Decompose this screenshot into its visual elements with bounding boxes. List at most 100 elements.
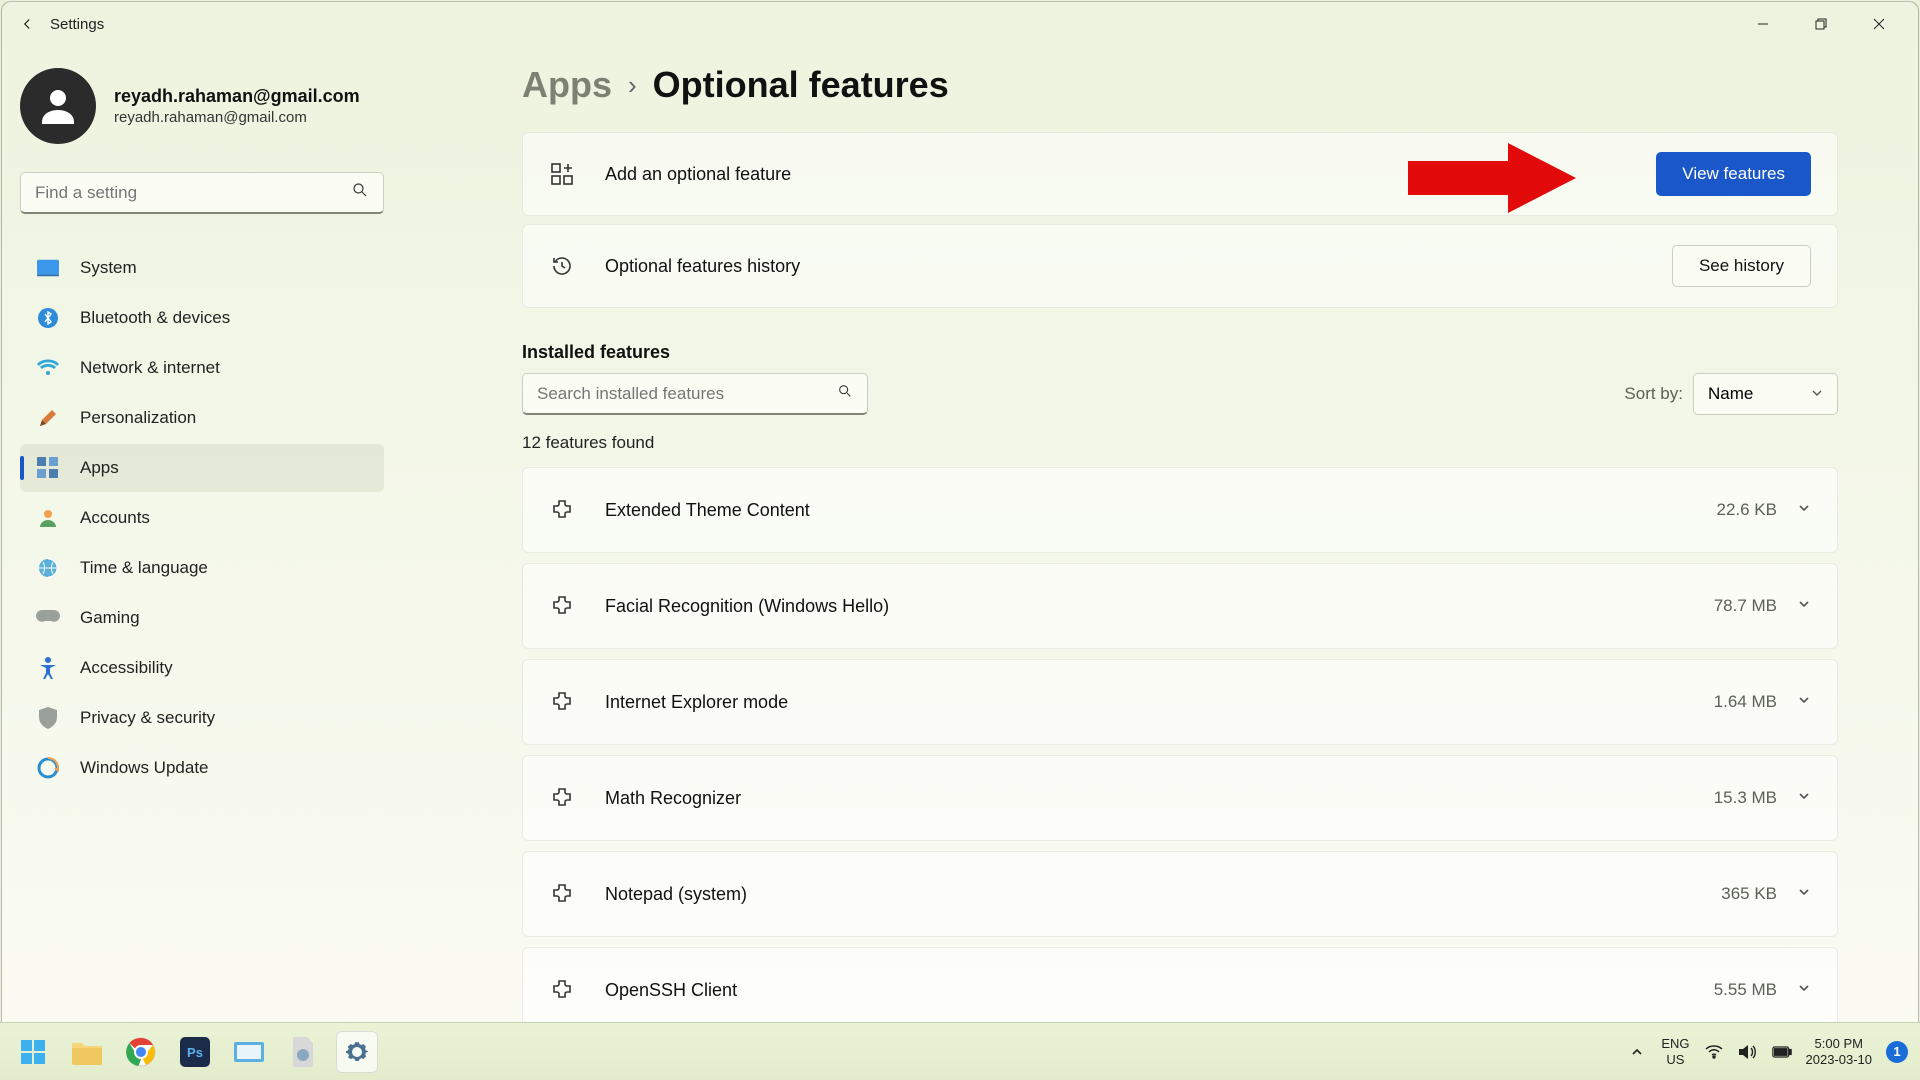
feature-size: 78.7 MB bbox=[1714, 596, 1777, 616]
filter-row: Sort by: Name bbox=[522, 373, 1838, 415]
volume-tray-icon[interactable] bbox=[1738, 1042, 1758, 1062]
language-indicator[interactable]: ENG US bbox=[1661, 1036, 1689, 1067]
main-content: Apps › Optional features Add an optional… bbox=[402, 46, 1918, 1079]
app-icon-2[interactable] bbox=[282, 1031, 324, 1073]
system-icon bbox=[36, 256, 60, 280]
battery-tray-icon[interactable] bbox=[1772, 1042, 1792, 1062]
maximize-button[interactable] bbox=[1792, 5, 1850, 43]
sort-select[interactable]: Name bbox=[1693, 373, 1838, 415]
system-tray: ENG US 5:00 PM 2023-03-10 1 bbox=[1627, 1036, 1908, 1067]
feature-row[interactable]: Internet Explorer mode 1.64 MB bbox=[522, 659, 1838, 745]
feature-size: 15.3 MB bbox=[1714, 788, 1777, 808]
search-icon bbox=[351, 181, 369, 204]
add-feature-label: Add an optional feature bbox=[605, 164, 791, 185]
puzzle-icon bbox=[549, 785, 575, 811]
nav-network[interactable]: Network & internet bbox=[20, 344, 384, 392]
breadcrumb: Apps › Optional features bbox=[522, 64, 1838, 106]
app-icon-1[interactable] bbox=[228, 1031, 270, 1073]
bluetooth-icon bbox=[36, 306, 60, 330]
feature-name: Facial Recognition (Windows Hello) bbox=[605, 596, 889, 617]
puzzle-icon bbox=[549, 593, 575, 619]
settings-search[interactable] bbox=[20, 172, 384, 214]
feature-row[interactable]: Extended Theme Content 22.6 KB bbox=[522, 467, 1838, 553]
file-explorer-icon[interactable] bbox=[66, 1031, 108, 1073]
nav-label: System bbox=[80, 258, 137, 278]
wifi-tray-icon[interactable] bbox=[1704, 1042, 1724, 1062]
chevron-down-icon bbox=[1797, 693, 1811, 712]
nav-system[interactable]: System bbox=[20, 244, 384, 292]
chrome-icon[interactable] bbox=[120, 1031, 162, 1073]
wifi-icon bbox=[36, 356, 60, 380]
nav-personalization[interactable]: Personalization bbox=[20, 394, 384, 442]
brush-icon bbox=[36, 406, 60, 430]
features-search-input[interactable] bbox=[537, 384, 837, 404]
nav-apps[interactable]: Apps bbox=[20, 444, 384, 492]
puzzle-icon bbox=[549, 497, 575, 523]
nav-label: Time & language bbox=[80, 558, 208, 578]
nav-accounts[interactable]: Accounts bbox=[20, 494, 384, 542]
close-button[interactable] bbox=[1850, 5, 1908, 43]
titlebar: Settings bbox=[2, 2, 1918, 46]
sidebar: reyadh.rahaman@gmail.com reyadh.rahaman@… bbox=[2, 46, 402, 1079]
history-card: Optional features history See history bbox=[522, 224, 1838, 308]
accessibility-icon bbox=[36, 656, 60, 680]
start-button[interactable] bbox=[12, 1031, 54, 1073]
svg-text:Ps: Ps bbox=[187, 1045, 203, 1060]
back-button[interactable] bbox=[12, 9, 42, 39]
nav-bluetooth[interactable]: Bluetooth & devices bbox=[20, 294, 384, 342]
nav-label: Accounts bbox=[80, 508, 150, 528]
feature-size: 5.55 MB bbox=[1714, 980, 1777, 1000]
nav-windows-update[interactable]: Windows Update bbox=[20, 744, 384, 792]
nav-label: Bluetooth & devices bbox=[80, 308, 230, 328]
chevron-right-icon: › bbox=[628, 70, 637, 101]
chevron-down-icon bbox=[1797, 789, 1811, 808]
avatar bbox=[20, 68, 96, 144]
puzzle-icon bbox=[549, 689, 575, 715]
photoshop-icon[interactable]: Ps bbox=[174, 1031, 216, 1073]
puzzle-icon bbox=[549, 881, 575, 907]
breadcrumb-parent[interactable]: Apps bbox=[522, 64, 612, 106]
history-label: Optional features history bbox=[605, 256, 800, 277]
feature-name: Math Recognizer bbox=[605, 788, 741, 809]
feature-row[interactable]: Math Recognizer 15.3 MB bbox=[522, 755, 1838, 841]
history-icon bbox=[549, 253, 575, 279]
nav-list: System Bluetooth & devices Network & int… bbox=[20, 244, 384, 792]
feature-name: Notepad (system) bbox=[605, 884, 747, 905]
feature-row[interactable]: Notepad (system) 365 KB bbox=[522, 851, 1838, 937]
view-features-button[interactable]: View features bbox=[1656, 152, 1811, 196]
nav-privacy[interactable]: Privacy & security bbox=[20, 694, 384, 742]
nav-gaming[interactable]: Gaming bbox=[20, 594, 384, 642]
notification-badge[interactable]: 1 bbox=[1886, 1041, 1908, 1063]
features-search[interactable] bbox=[522, 373, 868, 415]
chevron-down-icon bbox=[1797, 597, 1811, 616]
settings-search-input[interactable] bbox=[35, 183, 351, 203]
minimize-button[interactable] bbox=[1734, 5, 1792, 43]
profile-email: reyadh.rahaman@gmail.com bbox=[114, 109, 360, 126]
chevron-down-icon bbox=[1797, 501, 1811, 520]
settings-app-icon[interactable] bbox=[336, 1031, 378, 1073]
window-title: Settings bbox=[50, 16, 104, 33]
tray-overflow-icon[interactable] bbox=[1627, 1042, 1647, 1062]
sort-value: Name bbox=[1708, 384, 1753, 404]
feature-row[interactable]: Facial Recognition (Windows Hello) 78.7 … bbox=[522, 563, 1838, 649]
installed-title: Installed features bbox=[522, 342, 1838, 363]
nav-label: Personalization bbox=[80, 408, 196, 428]
see-history-button[interactable]: See history bbox=[1672, 245, 1811, 287]
chevron-down-icon bbox=[1797, 885, 1811, 904]
profile-block[interactable]: reyadh.rahaman@gmail.com reyadh.rahaman@… bbox=[20, 68, 384, 144]
nav-accessibility[interactable]: Accessibility bbox=[20, 644, 384, 692]
update-icon bbox=[36, 756, 60, 780]
features-count: 12 features found bbox=[522, 433, 1838, 453]
nav-time-language[interactable]: Time & language bbox=[20, 544, 384, 592]
accounts-icon bbox=[36, 506, 60, 530]
chevron-down-icon bbox=[1811, 384, 1823, 404]
feature-size: 365 KB bbox=[1721, 884, 1777, 904]
feature-row[interactable]: OpenSSH Client 5.55 MB bbox=[522, 947, 1838, 1033]
add-grid-icon bbox=[549, 161, 575, 187]
apps-icon bbox=[36, 456, 60, 480]
clock[interactable]: 5:00 PM 2023-03-10 bbox=[1806, 1036, 1873, 1067]
clock-globe-icon bbox=[36, 556, 60, 580]
profile-name: reyadh.rahaman@gmail.com bbox=[114, 86, 360, 107]
chevron-down-icon bbox=[1797, 981, 1811, 1000]
feature-size: 1.64 MB bbox=[1714, 692, 1777, 712]
